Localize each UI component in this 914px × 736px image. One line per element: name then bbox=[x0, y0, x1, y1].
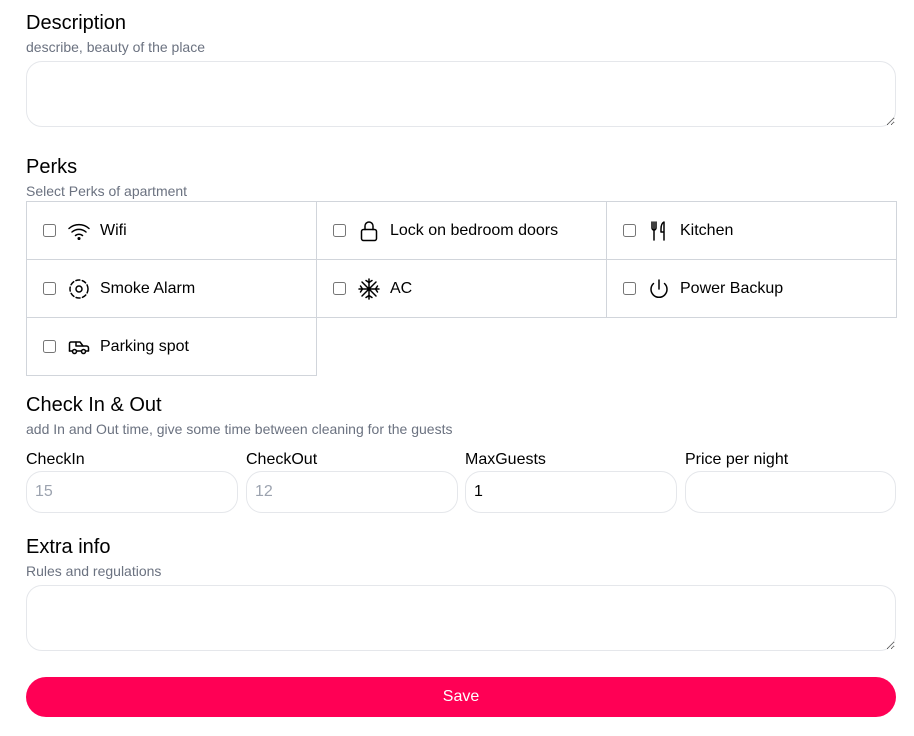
extra-title: Extra info bbox=[26, 536, 111, 558]
maxguests-input[interactable] bbox=[465, 471, 677, 513]
lock-icon bbox=[357, 219, 381, 243]
description-title: Description bbox=[26, 12, 127, 34]
checkout-input[interactable] bbox=[246, 471, 458, 513]
description-subtitle: describe, beauty of the place bbox=[26, 39, 206, 55]
perk-kitchen-checkbox[interactable] bbox=[623, 224, 636, 237]
perk-parking-label: Parking spot bbox=[100, 337, 189, 355]
perk-ac[interactable]: AC bbox=[316, 259, 607, 318]
maxguests-label: MaxGuests bbox=[465, 451, 546, 468]
checkout-label: CheckOut bbox=[246, 451, 318, 468]
checkinout-subtitle: add In and Out time, give some time betw… bbox=[26, 421, 453, 437]
extra-info-textarea[interactable] bbox=[26, 585, 896, 651]
perk-power-backup-checkbox[interactable] bbox=[623, 282, 636, 295]
perk-lock-checkbox[interactable] bbox=[333, 224, 346, 237]
price-input[interactable] bbox=[685, 471, 896, 513]
perk-kitchen[interactable]: Kitchen bbox=[606, 201, 897, 260]
wifi-icon bbox=[67, 219, 91, 243]
perk-wifi[interactable]: Wifi bbox=[26, 201, 317, 260]
smoke-alarm-icon bbox=[67, 277, 91, 301]
checkin-label: CheckIn bbox=[26, 451, 85, 468]
checkin-input[interactable] bbox=[26, 471, 238, 513]
fork-knife-icon bbox=[647, 219, 671, 243]
perks-title: Perks bbox=[26, 156, 78, 178]
perk-power-backup[interactable]: Power Backup bbox=[606, 259, 897, 318]
perk-parking-checkbox[interactable] bbox=[43, 340, 56, 353]
perks-grid: Wifi Lock on bedroom doors Kitchen Smoke… bbox=[26, 201, 897, 376]
snowflake-icon bbox=[357, 277, 381, 301]
perk-wifi-checkbox[interactable] bbox=[43, 224, 56, 237]
perk-smoke-alarm-checkbox[interactable] bbox=[43, 282, 56, 295]
perk-smoke-alarm-label: Smoke Alarm bbox=[100, 279, 196, 297]
extra-subtitle: Rules and regulations bbox=[26, 563, 162, 579]
perk-parking[interactable]: Parking spot bbox=[26, 317, 317, 376]
perk-power-backup-label: Power Backup bbox=[680, 279, 784, 297]
perk-kitchen-label: Kitchen bbox=[680, 221, 734, 239]
perk-ac-label: AC bbox=[390, 279, 413, 297]
perk-lock[interactable]: Lock on bedroom doors bbox=[316, 201, 607, 260]
description-textarea[interactable] bbox=[26, 61, 896, 127]
perks-subtitle: Select Perks of apartment bbox=[26, 183, 188, 199]
power-icon bbox=[647, 277, 671, 301]
save-button[interactable]: Save bbox=[26, 677, 896, 717]
perk-lock-label: Lock on bedroom doors bbox=[390, 221, 559, 239]
perk-ac-checkbox[interactable] bbox=[333, 282, 346, 295]
price-label: Price per night bbox=[685, 451, 789, 468]
perk-smoke-alarm[interactable]: Smoke Alarm bbox=[26, 259, 317, 318]
perk-wifi-label: Wifi bbox=[100, 221, 127, 239]
car-icon bbox=[67, 335, 91, 359]
checkinout-title: Check In & Out bbox=[26, 394, 162, 416]
